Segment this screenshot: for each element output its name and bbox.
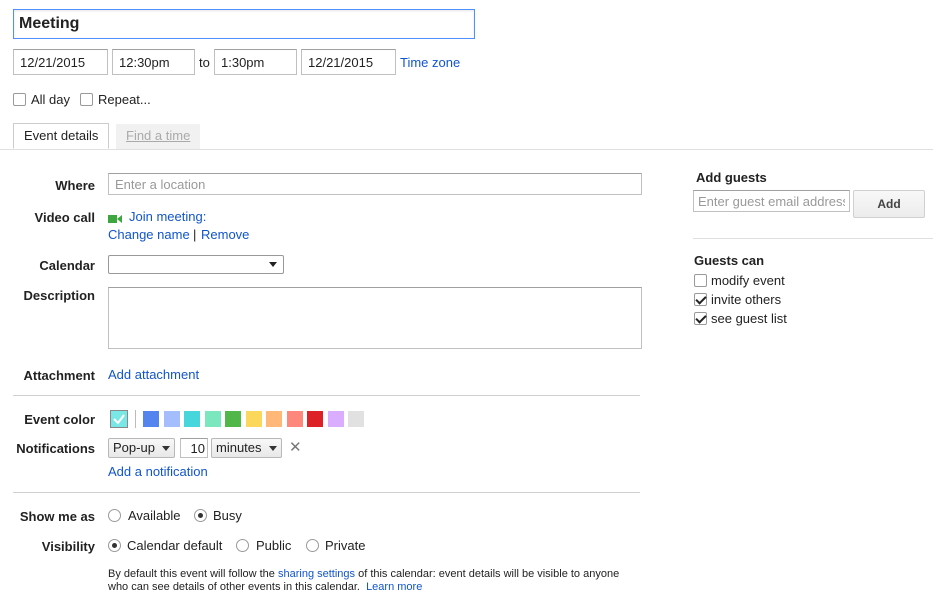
video-camera-icon	[108, 212, 122, 223]
remove-video-link[interactable]: Remove	[201, 227, 249, 242]
guests-can-title: Guests can	[694, 253, 765, 268]
available-radio[interactable]	[108, 509, 121, 522]
tab-find-a-time-label: Find a time	[126, 128, 191, 143]
end-time-input[interactable]	[214, 49, 297, 75]
add-notification-link[interactable]: Add a notification	[108, 464, 208, 479]
notification-unit-select[interactable]: minutes	[211, 438, 282, 458]
notifications-label: Notifications	[16, 441, 95, 456]
chevron-down-icon	[269, 262, 277, 267]
video-call-label: Video call	[34, 210, 95, 225]
color-swatch[interactable]	[143, 411, 159, 427]
close-icon[interactable]: ✕	[289, 438, 302, 456]
calendar-default-radio[interactable]	[108, 539, 121, 552]
notification-type-select[interactable]: Pop-up	[108, 438, 175, 458]
modify-event-checkbox[interactable]	[694, 274, 707, 287]
calendar-default-label: Calendar default	[127, 538, 223, 553]
description-label: Description	[23, 288, 95, 303]
event-title-input[interactable]	[13, 9, 475, 39]
see-guest-list-checkbox[interactable]	[694, 312, 707, 325]
end-date-input[interactable]	[301, 49, 396, 75]
divider	[13, 395, 640, 396]
modify-event-label: modify event	[711, 273, 785, 288]
color-swatch[interactable]	[245, 411, 262, 427]
visibility-note-text: who can see details of other events in t…	[108, 581, 360, 593]
color-swatch[interactable]	[225, 411, 241, 427]
available-label: Available	[128, 508, 181, 523]
chevron-down-icon	[269, 446, 277, 451]
repeat-checkbox[interactable]	[80, 93, 93, 106]
sharing-settings-link[interactable]: sharing settings	[278, 568, 355, 580]
show-me-as-label: Show me as	[19, 509, 95, 524]
color-swatch[interactable]	[184, 411, 200, 427]
calendar-label: Calendar	[39, 258, 95, 273]
selected-color-swatch[interactable]	[110, 410, 128, 428]
visibility-note: By default this event will follow the sh…	[108, 568, 648, 594]
tab-divider	[0, 149, 933, 150]
public-label: Public	[256, 538, 292, 553]
visibility-note-text: of this calendar: event details will be …	[355, 568, 620, 580]
attachment-label: Attachment	[23, 368, 95, 383]
invite-others-label: invite others	[711, 292, 782, 307]
color-swatch[interactable]	[266, 411, 282, 427]
link-separator: |	[193, 227, 197, 242]
start-date-input[interactable]	[13, 49, 108, 75]
private-radio[interactable]	[306, 539, 319, 552]
tab-find-a-time[interactable]: Find a time	[116, 124, 201, 149]
all-day-label: All day	[31, 92, 71, 107]
location-input[interactable]	[108, 173, 642, 195]
notification-amount-input[interactable]	[180, 438, 208, 458]
add-attachment-link[interactable]: Add attachment	[108, 367, 199, 382]
color-swatch[interactable]	[307, 411, 323, 427]
chevron-down-icon	[162, 446, 170, 451]
add-guest-button[interactable]: Add	[853, 190, 925, 218]
visibility-label: Visibility	[41, 539, 95, 554]
color-swatch[interactable]	[348, 411, 364, 427]
add-guest-button-label: Add	[877, 197, 901, 211]
color-divider	[135, 410, 136, 428]
invite-others-checkbox[interactable]	[694, 293, 707, 306]
color-swatch[interactable]	[204, 411, 221, 427]
public-radio[interactable]	[236, 539, 249, 552]
event-color-label: Event color	[24, 412, 95, 427]
color-swatch[interactable]	[163, 411, 180, 427]
divider	[13, 492, 640, 493]
calendar-select[interactable]	[108, 255, 284, 274]
visibility-note-text: By default this event will follow the	[108, 568, 278, 580]
guest-email-input[interactable]	[693, 190, 850, 212]
learn-more-link[interactable]: Learn more	[366, 581, 422, 593]
description-textarea[interactable]	[108, 287, 642, 349]
busy-radio[interactable]	[194, 509, 207, 522]
divider	[693, 238, 933, 239]
see-guest-list-label: see guest list	[711, 311, 787, 326]
all-day-checkbox[interactable]	[13, 93, 26, 106]
timezone-link[interactable]: Time zone	[400, 55, 460, 70]
notification-unit-value: minutes	[216, 440, 262, 455]
to-label: to	[199, 55, 210, 70]
private-label: Private	[325, 538, 366, 553]
repeat-label: Repeat...	[98, 92, 151, 107]
change-name-link[interactable]: Change name	[108, 227, 190, 242]
tab-event-details[interactable]: Event details	[13, 123, 110, 149]
color-swatch[interactable]	[286, 411, 303, 427]
start-time-input[interactable]	[112, 49, 195, 75]
where-label: Where	[55, 178, 95, 193]
tab-event-details-label: Event details	[24, 128, 99, 143]
busy-label: Busy	[213, 508, 242, 523]
notification-type-value: Pop-up	[113, 440, 155, 455]
join-meeting-link[interactable]: Join meeting:	[129, 209, 206, 224]
add-guests-title: Add guests	[696, 170, 767, 185]
color-swatch[interactable]	[327, 411, 344, 427]
